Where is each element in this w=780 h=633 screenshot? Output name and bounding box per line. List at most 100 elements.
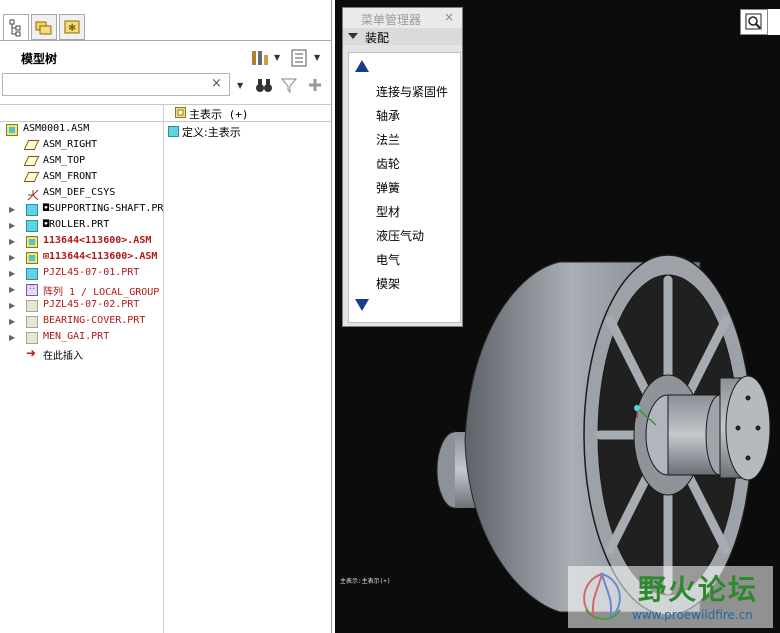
folder-browser-tab[interactable] (31, 14, 57, 40)
tree-row-label: 在此插入 (43, 351, 83, 362)
menu-item[interactable]: 电气 (376, 251, 400, 268)
tree-row[interactable]: ▶ ◘SUPPORTING-SHAFT.PRT (0, 202, 163, 218)
filter-button[interactable] (280, 77, 298, 96)
viewport-status-text: 主表示:主表示(+) (340, 578, 391, 585)
tree-row[interactable]: ASM_RIGHT (0, 138, 163, 154)
tree-row[interactable]: ▶ ⊠113644<113600>.ASM (0, 250, 163, 266)
tree-row[interactable]: ASM_FRONT (0, 170, 163, 186)
zoom-search-button[interactable] (740, 9, 768, 35)
tree-row[interactable]: ASM_TOP (0, 154, 163, 170)
scroll-up-arrow-icon[interactable] (355, 60, 369, 72)
expand-arrow-icon[interactable]: ▶ (9, 285, 15, 294)
tree-row[interactable]: ➜ 在此插入 (0, 346, 163, 362)
tree-row[interactable]: ▶ 113644<113600>.ASM (0, 234, 163, 250)
column-header-main-representation[interactable]: 主表示 (+) (189, 106, 249, 122)
menu-item[interactable]: 连接与紧固件 (376, 83, 448, 100)
tree-row-label: ◘SUPPORTING-SHAFT.PRT (43, 203, 163, 214)
tree-row-label: MEN_GAI.PRT (43, 331, 110, 342)
view-toolbar-edge[interactable] (768, 9, 780, 35)
asm-icon (6, 124, 18, 136)
menu-section-label: 装配 (365, 31, 390, 45)
csys-icon (26, 188, 39, 201)
expand-arrow-icon[interactable]: ▶ (9, 301, 15, 310)
model-tree-panel: ✱ 模型树 ▼ ▼ × ▼ 主表示 (+) 定义:主表示 ASM0001.ASM… (0, 0, 332, 633)
tree-search-input[interactable] (2, 73, 230, 96)
star-folder-icon: ✱ (64, 20, 80, 34)
forum-watermark: 野火论坛 www.proewildfire.cn (568, 566, 773, 628)
tree-row-label: ASM_TOP (43, 155, 86, 166)
column-divider[interactable] (163, 104, 164, 633)
tree-row-label: PJZL45-07-01.PRT (43, 267, 140, 278)
tree-column-header (0, 104, 331, 122)
find-button[interactable] (255, 76, 273, 97)
plane-icon (23, 140, 40, 150)
tree-row[interactable]: ▶ MEN_GAI.PRT (0, 330, 163, 346)
tree-row[interactable]: ▶ PJZL45-07-02.PRT (0, 298, 163, 314)
tree-row[interactable]: ASM_DEF_CSYS (0, 186, 163, 202)
tree-columns-button[interactable] (290, 48, 310, 68)
menu-item[interactable]: 液压气动 (376, 227, 424, 244)
menu-item[interactable]: 法兰 (376, 131, 400, 148)
favorites-tab[interactable]: ✱ (59, 14, 85, 40)
expand-arrow-icon[interactable]: ▶ (9, 253, 15, 262)
expand-arrow-icon[interactable]: ▶ (9, 333, 15, 342)
tree-row-label: BEARING-COVER.PRT (43, 315, 146, 326)
watermark-title: 野火论坛 (638, 573, 759, 606)
binoculars-icon (256, 79, 272, 92)
asm-icon (26, 252, 38, 264)
tree-settings-icon (252, 51, 268, 65)
watermark-logo (583, 572, 621, 621)
tree-row[interactable]: ▶ ◘ROLLER.PRT (0, 218, 163, 234)
part-cube-icon (168, 125, 180, 140)
tree-row-label: ⊠113644<113600>.ASM (43, 251, 158, 262)
insert-arrow-icon: ➜ (26, 346, 37, 360)
settings-dropdown-caret[interactable]: ▼ (274, 53, 280, 62)
tree-row-label: 阵列 1 / LOCAL_GROUP (43, 287, 160, 298)
menu-close-button[interactable]: × (444, 10, 454, 24)
search-clear-button[interactable]: × (211, 76, 222, 91)
menu-item[interactable]: 型材 (376, 203, 400, 220)
menu-item-list: 连接与紧固件 轴承法兰齿轮弹簧型材液压气动电气模架 (348, 52, 461, 323)
tree-row[interactable]: ASM0001.ASM (0, 122, 163, 138)
add-column-button[interactable] (306, 76, 324, 97)
menu-manager-titlebar[interactable]: 菜单管理器 × (343, 8, 462, 28)
columns-dropdown-caret[interactable]: ▼ (314, 53, 320, 62)
expand-arrow-icon[interactable]: ▶ (9, 221, 15, 230)
plane-icon (23, 156, 40, 166)
tree-columns-icon (291, 49, 307, 67)
menu-item[interactable]: 轴承 (376, 107, 400, 124)
tree-row[interactable]: ▶ BEARING-COVER.PRT (0, 314, 163, 330)
menu-item[interactable]: 齿轮 (376, 155, 400, 172)
tree-row-label: ASM0001.ASM (23, 123, 90, 134)
model-tree-icon (9, 19, 21, 37)
prt-icon (26, 268, 38, 280)
prt-gray-icon (26, 300, 38, 312)
plus-icon (309, 79, 321, 91)
tree-row-label: 113644<113600>.ASM (43, 235, 152, 246)
svg-text:✱: ✱ (68, 23, 76, 34)
expand-arrow-icon[interactable]: ▶ (9, 205, 15, 214)
panel-title: 模型树 (21, 52, 58, 66)
prt-icon (26, 204, 38, 216)
scroll-down-arrow-icon[interactable] (355, 299, 369, 311)
tree-row-label: ◘ROLLER.PRT (43, 219, 110, 230)
group-icon (26, 282, 38, 296)
search-dropdown-caret[interactable]: ▼ (237, 81, 243, 90)
expand-arrow-icon[interactable]: ▶ (9, 237, 15, 246)
model-tree-tab[interactable] (3, 14, 29, 41)
tree-row[interactable]: ▶ PJZL45-07-01.PRT (0, 266, 163, 282)
menu-manager-window: 菜单管理器 × 装配 连接与紧固件 轴承法兰齿轮弹簧型材液压气动电气模架 (342, 7, 463, 327)
watermark-url: www.proewildfire.cn (632, 608, 753, 622)
menu-item[interactable]: 模架 (376, 275, 400, 292)
zoom-search-icon (745, 13, 762, 30)
asm-icon (26, 236, 38, 248)
menu-item[interactable]: 弹簧 (376, 179, 400, 196)
expand-arrow-icon[interactable]: ▶ (9, 269, 15, 278)
representation-value: 定义:主表示 (182, 126, 241, 139)
menu-section-header[interactable]: 装配 (343, 28, 462, 45)
expand-arrow-icon[interactable]: ▶ (9, 317, 15, 326)
tree-row[interactable]: ▶ 阵列 1 / LOCAL_GROUP (0, 282, 163, 298)
prt-icon (26, 220, 38, 232)
tree-settings-button[interactable] (250, 48, 270, 68)
prt-gray-icon (26, 332, 38, 344)
